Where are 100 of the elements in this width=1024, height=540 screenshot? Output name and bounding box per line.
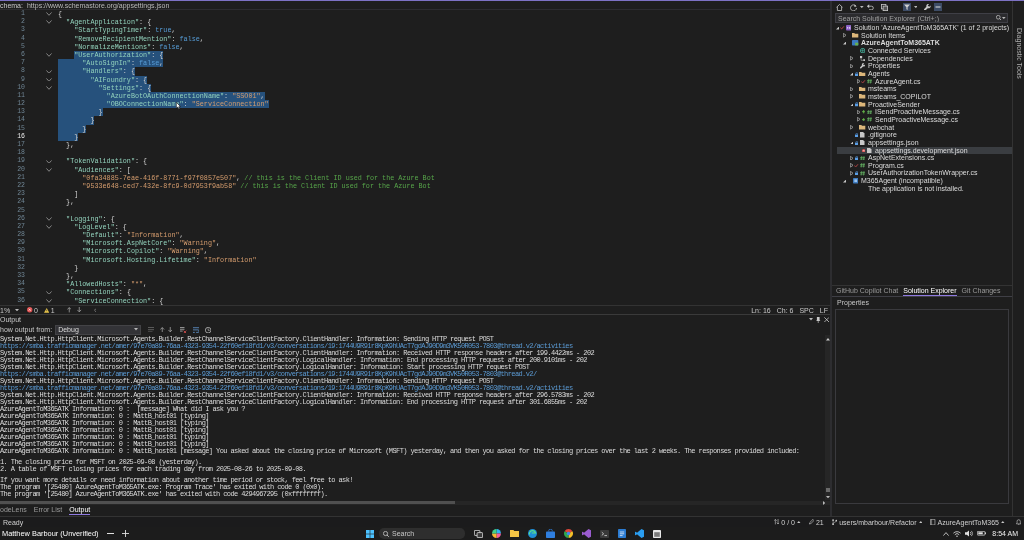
caret-right-icon[interactable] (856, 117, 861, 122)
clear-list-icon[interactable] (180, 326, 187, 333)
scrollbar-thumb[interactable] (825, 487, 830, 492)
caret-down-icon[interactable] (835, 26, 840, 30)
pin-icon[interactable] (816, 316, 821, 323)
caret-up-icon (1001, 520, 1005, 524)
battery-icon[interactable] (977, 531, 987, 536)
ribbon-icon[interactable] (582, 529, 591, 538)
search-icon[interactable] (995, 15, 1001, 21)
hash-icon (859, 155, 866, 161)
wifi-icon[interactable] (953, 530, 962, 537)
chevron-down-icon[interactable] (46, 298, 52, 303)
speaker-icon[interactable] (965, 530, 974, 537)
caret-down-icon[interactable] (842, 41, 847, 45)
horizontal-scrollbar[interactable] (0, 501, 830, 505)
chevron-down-icon[interactable] (46, 12, 52, 16)
caret-down-icon[interactable] (860, 5, 864, 9)
home-icon[interactable] (836, 3, 843, 11)
task-view-icon[interactable] (474, 529, 483, 538)
arrow-down-icon[interactable] (167, 327, 173, 333)
chevron-down-icon[interactable] (46, 216, 52, 221)
chevron-down-icon[interactable] (46, 290, 52, 295)
caret-down-icon[interactable] (849, 102, 854, 107)
chevron-down-icon[interactable] (46, 77, 52, 82)
window-icon[interactable] (653, 529, 661, 538)
caret-down-icon (15, 309, 20, 312)
swirl-icon[interactable] (528, 529, 537, 538)
caret-down-icon[interactable] (1002, 17, 1006, 20)
bell-icon[interactable] (1015, 518, 1021, 526)
folder-icon[interactable] (510, 530, 519, 537)
chevron-down-icon[interactable] (46, 69, 52, 74)
hash-icon (866, 117, 873, 122)
folder-icon (859, 71, 866, 76)
arrow-up-icon[interactable] (66, 307, 72, 313)
ribbon-icon[interactable] (635, 529, 644, 538)
arrow-down-icon[interactable] (77, 307, 82, 313)
close-icon[interactable] (823, 317, 829, 323)
warning-icon[interactable] (43, 307, 50, 313)
chevron-left-icon[interactable] (93, 307, 97, 313)
folder-icon (859, 125, 866, 130)
chevron-down-icon[interactable] (46, 159, 52, 164)
ribbon-square-icon (845, 25, 852, 31)
arrow-up-icon[interactable] (160, 327, 165, 333)
vertical-scrollbar[interactable] (825, 335, 830, 500)
caret-down-icon[interactable] (842, 179, 847, 183)
refresh-icon[interactable] (850, 3, 857, 11)
hash-icon (866, 109, 873, 115)
word-wrap-icon[interactable] (192, 326, 200, 333)
caret-right-icon[interactable] (856, 109, 861, 115)
caret-down-icon[interactable] (825, 495, 830, 498)
segmented-circle-icon[interactable] (564, 529, 573, 538)
branch-icon (831, 518, 838, 526)
globe-icon (859, 48, 866, 54)
undo-icon[interactable] (866, 4, 874, 10)
chevron-down-icon[interactable] (46, 85, 52, 90)
chevron-down-icon[interactable] (46, 225, 52, 229)
error-icon[interactable] (27, 307, 33, 313)
chevron-down-icon[interactable] (46, 20, 52, 25)
caret-right-icon[interactable] (849, 125, 854, 130)
chevron-down-icon[interactable] (46, 53, 52, 57)
wrench-icon (859, 63, 866, 69)
caret-right-icon[interactable] (849, 86, 854, 92)
wrench-icon[interactable] (924, 3, 931, 11)
chevron-down-icon[interactable] (46, 167, 52, 172)
caret-right-icon[interactable] (856, 79, 861, 84)
bag-icon[interactable] (546, 529, 555, 538)
color-wheel-icon[interactable] (492, 529, 501, 538)
caret-down-icon (134, 328, 139, 331)
caret-right-icon[interactable] (822, 501, 825, 505)
caret-right-icon[interactable] (849, 155, 854, 161)
caret-up-icon (796, 520, 801, 524)
caret-down-icon[interactable] (809, 318, 814, 321)
caret-up-icon[interactable] (825, 338, 830, 341)
terminal-icon[interactable] (600, 529, 609, 538)
folder-icon (852, 33, 859, 38)
plus-icon[interactable] (121, 530, 129, 537)
document-icon[interactable] (618, 529, 626, 538)
box-icon (852, 178, 859, 184)
clock-icon[interactable] (205, 326, 212, 333)
lines-icon[interactable] (148, 327, 155, 333)
caret-right-icon[interactable] (849, 56, 854, 61)
minus-icon[interactable] (106, 533, 114, 534)
pages-icon[interactable] (880, 3, 888, 11)
caret-right-icon[interactable] (849, 163, 854, 168)
hash-icon (866, 79, 873, 84)
minus-square-icon[interactable] (933, 3, 942, 11)
caret-right-icon[interactable] (849, 94, 854, 99)
nodes-icon (859, 55, 866, 62)
start-icon[interactable] (366, 529, 374, 538)
caret-right-icon[interactable] (849, 63, 854, 69)
book-icon (930, 518, 936, 526)
caret-right-icon[interactable] (849, 171, 854, 176)
caret-right-icon[interactable] (842, 33, 847, 38)
scrollbar-thumb[interactable] (0, 501, 455, 505)
hash-icon (859, 163, 866, 168)
caret-down-icon[interactable] (913, 5, 918, 9)
hash-icon (859, 171, 866, 176)
filter-icon[interactable] (902, 3, 911, 11)
caret-down-icon[interactable] (849, 71, 854, 76)
chevron-up-icon[interactable] (943, 531, 950, 536)
